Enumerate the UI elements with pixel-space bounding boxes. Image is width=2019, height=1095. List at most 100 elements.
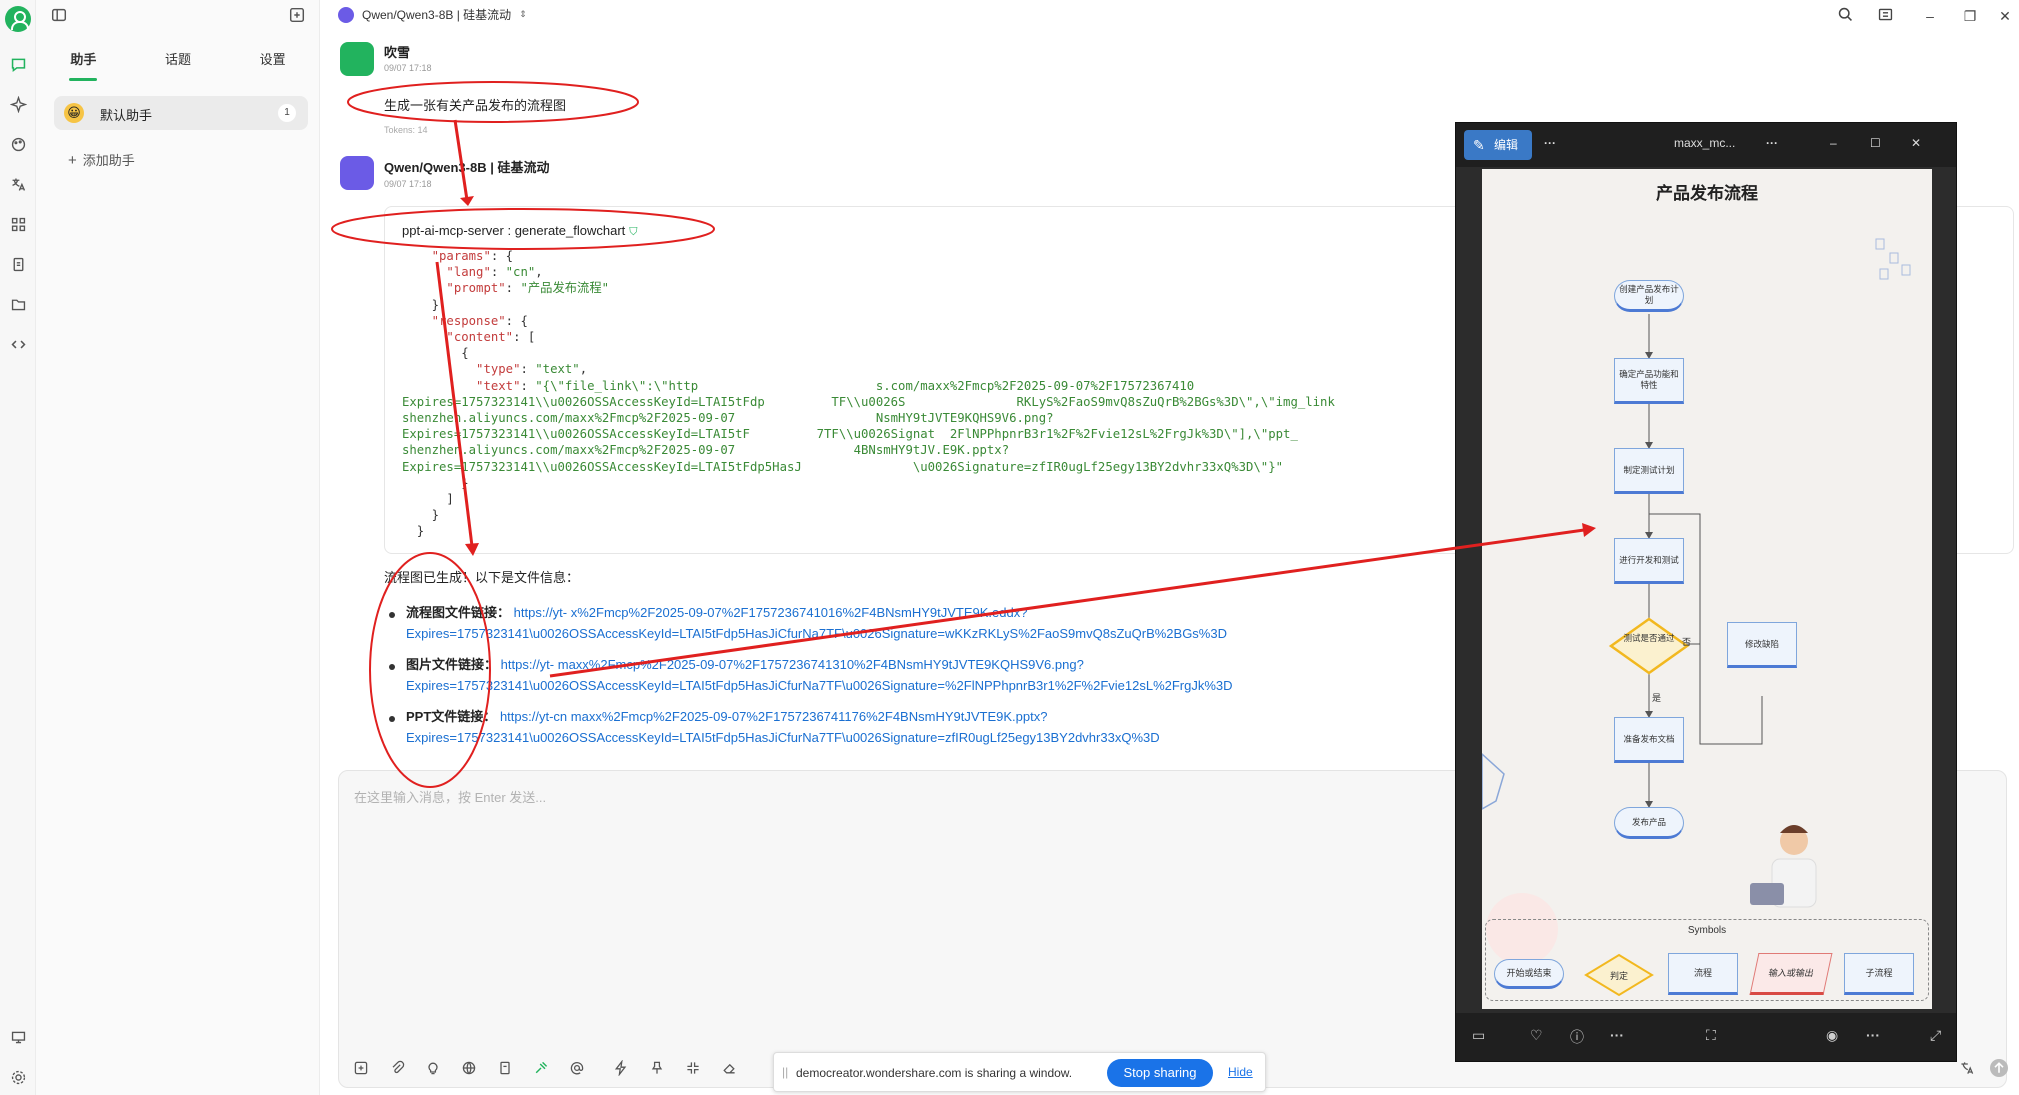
translate-icon[interactable] xyxy=(8,174,28,194)
symbol-process: 流程 xyxy=(1668,953,1738,995)
flow-node-define-features: 确定产品功能和特性 xyxy=(1614,358,1684,404)
tool-call-json: "params": { "lang": "cn", "prompt": "产品发… xyxy=(402,249,1335,539)
user-message-time: 09/07 17:18 xyxy=(384,63,432,73)
search-icon[interactable] xyxy=(1835,6,1855,26)
bot-message-time: 09/07 17:18 xyxy=(384,179,432,189)
minimize-icon[interactable]: – xyxy=(1830,136,1837,150)
screen-share-banner: || democreator.wondershare.com is sharin… xyxy=(773,1052,1266,1092)
image-link-item: 图片文件链接： https://yt- maxx%2Fmcp%2F2025-09… xyxy=(406,657,1233,693)
flow-node-start: 创建产品发布计划 xyxy=(1614,280,1684,312)
new-topic-icon[interactable] xyxy=(352,1059,370,1077)
flow-label-yes: 是 xyxy=(1652,693,1662,703)
plus-icon: + xyxy=(68,152,77,169)
film-strip-icon[interactable]: ▭ xyxy=(1472,1027,1485,1044)
link-label: 流程图文件链接 xyxy=(406,605,498,620)
globe-icon[interactable] xyxy=(460,1059,478,1077)
tab-topics[interactable]: 话题 xyxy=(131,48,226,84)
symbol-subprocess: 子流程 xyxy=(1844,953,1914,995)
expand-icon[interactable]: ⤢ xyxy=(1930,1027,1941,1044)
flowchart-image: 产品发布流程 创建产品发布计划 确定产品功能和特性 制定测试计划 进行开发和测试… xyxy=(1482,169,1932,1009)
assistant-sidebar: 助手 话题 设置 😀 默认助手 1 + 添加助手 xyxy=(36,0,320,1095)
folder-icon[interactable] xyxy=(8,294,28,314)
code-icon[interactable] xyxy=(8,334,28,354)
more-options-icon[interactable]: ··· xyxy=(1866,1027,1880,1043)
flow-node-test-plan: 制定测试计划 xyxy=(1614,448,1684,494)
drag-handle[interactable]: || xyxy=(782,1065,788,1079)
symbol-decision-label: 判定 xyxy=(1609,970,1628,981)
more-options-icon[interactable]: ··· xyxy=(1610,1027,1624,1043)
collapse-sidebar-icon[interactable] xyxy=(50,6,70,26)
assistant-name: 默认助手 xyxy=(100,108,153,123)
lightbulb-icon[interactable] xyxy=(424,1059,442,1077)
sparkle-icon[interactable] xyxy=(8,94,28,114)
minimize-icon[interactable]: – xyxy=(1920,6,1940,26)
assistant-item-default[interactable]: 😀 默认助手 1 xyxy=(54,96,308,130)
apps-icon[interactable] xyxy=(8,214,28,234)
verified-shield-icon: ⛉ xyxy=(629,226,638,238)
symbol-terminal: 开始或结束 xyxy=(1494,959,1564,989)
settings-gear-icon[interactable] xyxy=(8,1067,28,1087)
chat-icon[interactable] xyxy=(8,54,28,74)
viewer-file-title: maxx_mc... xyxy=(1674,136,1736,150)
info-icon[interactable]: ⓘ xyxy=(1570,1027,1584,1047)
more-options-icon[interactable]: ··· xyxy=(1544,136,1556,150)
edit-button[interactable]: 编辑 xyxy=(1464,130,1532,160)
flow-label-no: 否 xyxy=(1682,637,1692,647)
hide-link[interactable]: Hide xyxy=(1228,1065,1253,1079)
bot-message-avatar xyxy=(340,156,374,190)
tool-call-header[interactable]: ppt-ai-mcp-server : generate_flowchart ⛉ xyxy=(402,223,638,239)
image-viewer-window: 编辑 ··· maxx_mc... ··· – ☐ ✕ 产品发布流程 xyxy=(1455,122,1957,1062)
symbol-io: 输入或输出 xyxy=(1749,953,1833,995)
eraser-icon[interactable] xyxy=(720,1059,738,1077)
image-file-link[interactable]: https://yt- maxx%2Fmcp%2F2025-09-07%2F17… xyxy=(406,657,1233,693)
user-name: 吹雪 xyxy=(384,45,411,60)
mcp-tools-icon[interactable] xyxy=(532,1059,550,1077)
translate-icon[interactable] xyxy=(1958,1059,1976,1077)
message-input[interactable]: 在这里输入消息，按 Enter 发送... xyxy=(354,787,546,806)
monitor-icon[interactable] xyxy=(8,1027,28,1047)
flowchart-file-link[interactable]: https://yt- x%2Fmcp%2F2025-09-07%2F17572… xyxy=(406,605,1227,641)
viewer-title-bar: 编辑 ··· maxx_mc... ··· – ☐ ✕ xyxy=(1456,123,1956,167)
close-icon[interactable]: ✕ xyxy=(1911,136,1921,150)
assistant-emoji: 😀 xyxy=(64,103,84,123)
mention-icon[interactable] xyxy=(568,1059,586,1077)
pin-icon[interactable] xyxy=(648,1059,666,1077)
flowchart-link-item: 流程图文件链接： https://yt- x%2Fmcp%2F2025-09-0… xyxy=(406,605,1227,641)
flow-node-decision: 测试是否通过 xyxy=(1623,633,1675,643)
bot-name: Qwen/Qwen3-8B | 硅基流动 xyxy=(384,160,550,175)
flow-node-develop-test: 进行开发和测试 xyxy=(1614,538,1684,584)
layout-icon[interactable] xyxy=(1875,6,1895,26)
files-icon[interactable] xyxy=(8,254,28,274)
send-arrow-icon[interactable] xyxy=(1990,1059,2008,1077)
link-label: 图片文件链接 xyxy=(406,657,485,672)
share-status-text: democreator.wondershare.com is sharing a… xyxy=(796,1066,1073,1080)
close-icon[interactable]: ✕ xyxy=(1995,6,2015,26)
token-count: Tokens: 14 xyxy=(384,125,428,135)
attachment-icon[interactable] xyxy=(388,1059,406,1077)
model-selector[interactable]: Qwen/Qwen3-8B | 硅基流动 ⇕ xyxy=(338,6,527,23)
tool-call-name: ppt-ai-mcp-server : generate_flowchart xyxy=(402,223,626,238)
viewer-toolbar: ▭ ♡ ⓘ ··· ⛶ ◉ ··· ⤢ xyxy=(1456,1013,1956,1061)
collapse-icon[interactable] xyxy=(684,1059,702,1077)
add-assistant-button[interactable]: + 添加助手 xyxy=(68,150,135,169)
screenshot-icon[interactable]: ◉ xyxy=(1826,1027,1838,1044)
more-options-icon[interactable]: ··· xyxy=(1766,136,1778,150)
heart-icon[interactable]: ♡ xyxy=(1530,1027,1543,1044)
maximize-icon[interactable]: ☐ xyxy=(1870,136,1881,150)
palette-icon[interactable] xyxy=(8,134,28,154)
top-bar: Qwen/Qwen3-8B | 硅基流动 ⇕ – ❐ ✕ xyxy=(320,0,2019,32)
ppt-file-link[interactable]: https://yt-cn maxx%2Fmcp%2F2025-09-07%2F… xyxy=(406,709,1160,745)
tab-settings[interactable]: 设置 xyxy=(225,48,320,84)
knowledge-icon[interactable] xyxy=(496,1059,514,1077)
topic-count-badge: 1 xyxy=(278,104,296,122)
user-message-text: 生成一张有关产品发布的流程图 xyxy=(384,98,567,113)
fit-screen-icon[interactable]: ⛶ xyxy=(1706,1027,1716,1044)
tab-assistants[interactable]: 助手 xyxy=(36,48,131,84)
ppt-link-item: PPT文件链接： https://yt-cn maxx%2Fmcp%2F2025… xyxy=(406,709,1160,745)
user-avatar[interactable] xyxy=(5,6,31,32)
app-window: 助手 话题 设置 😀 默认助手 1 + 添加助手 Qwen/Qwen3-8B | … xyxy=(0,0,2019,1095)
stop-sharing-button[interactable]: Stop sharing xyxy=(1107,1059,1213,1087)
new-topic-icon[interactable] xyxy=(288,6,308,26)
lightning-icon[interactable] xyxy=(612,1059,630,1077)
restore-icon[interactable]: ❐ xyxy=(1960,6,1980,26)
